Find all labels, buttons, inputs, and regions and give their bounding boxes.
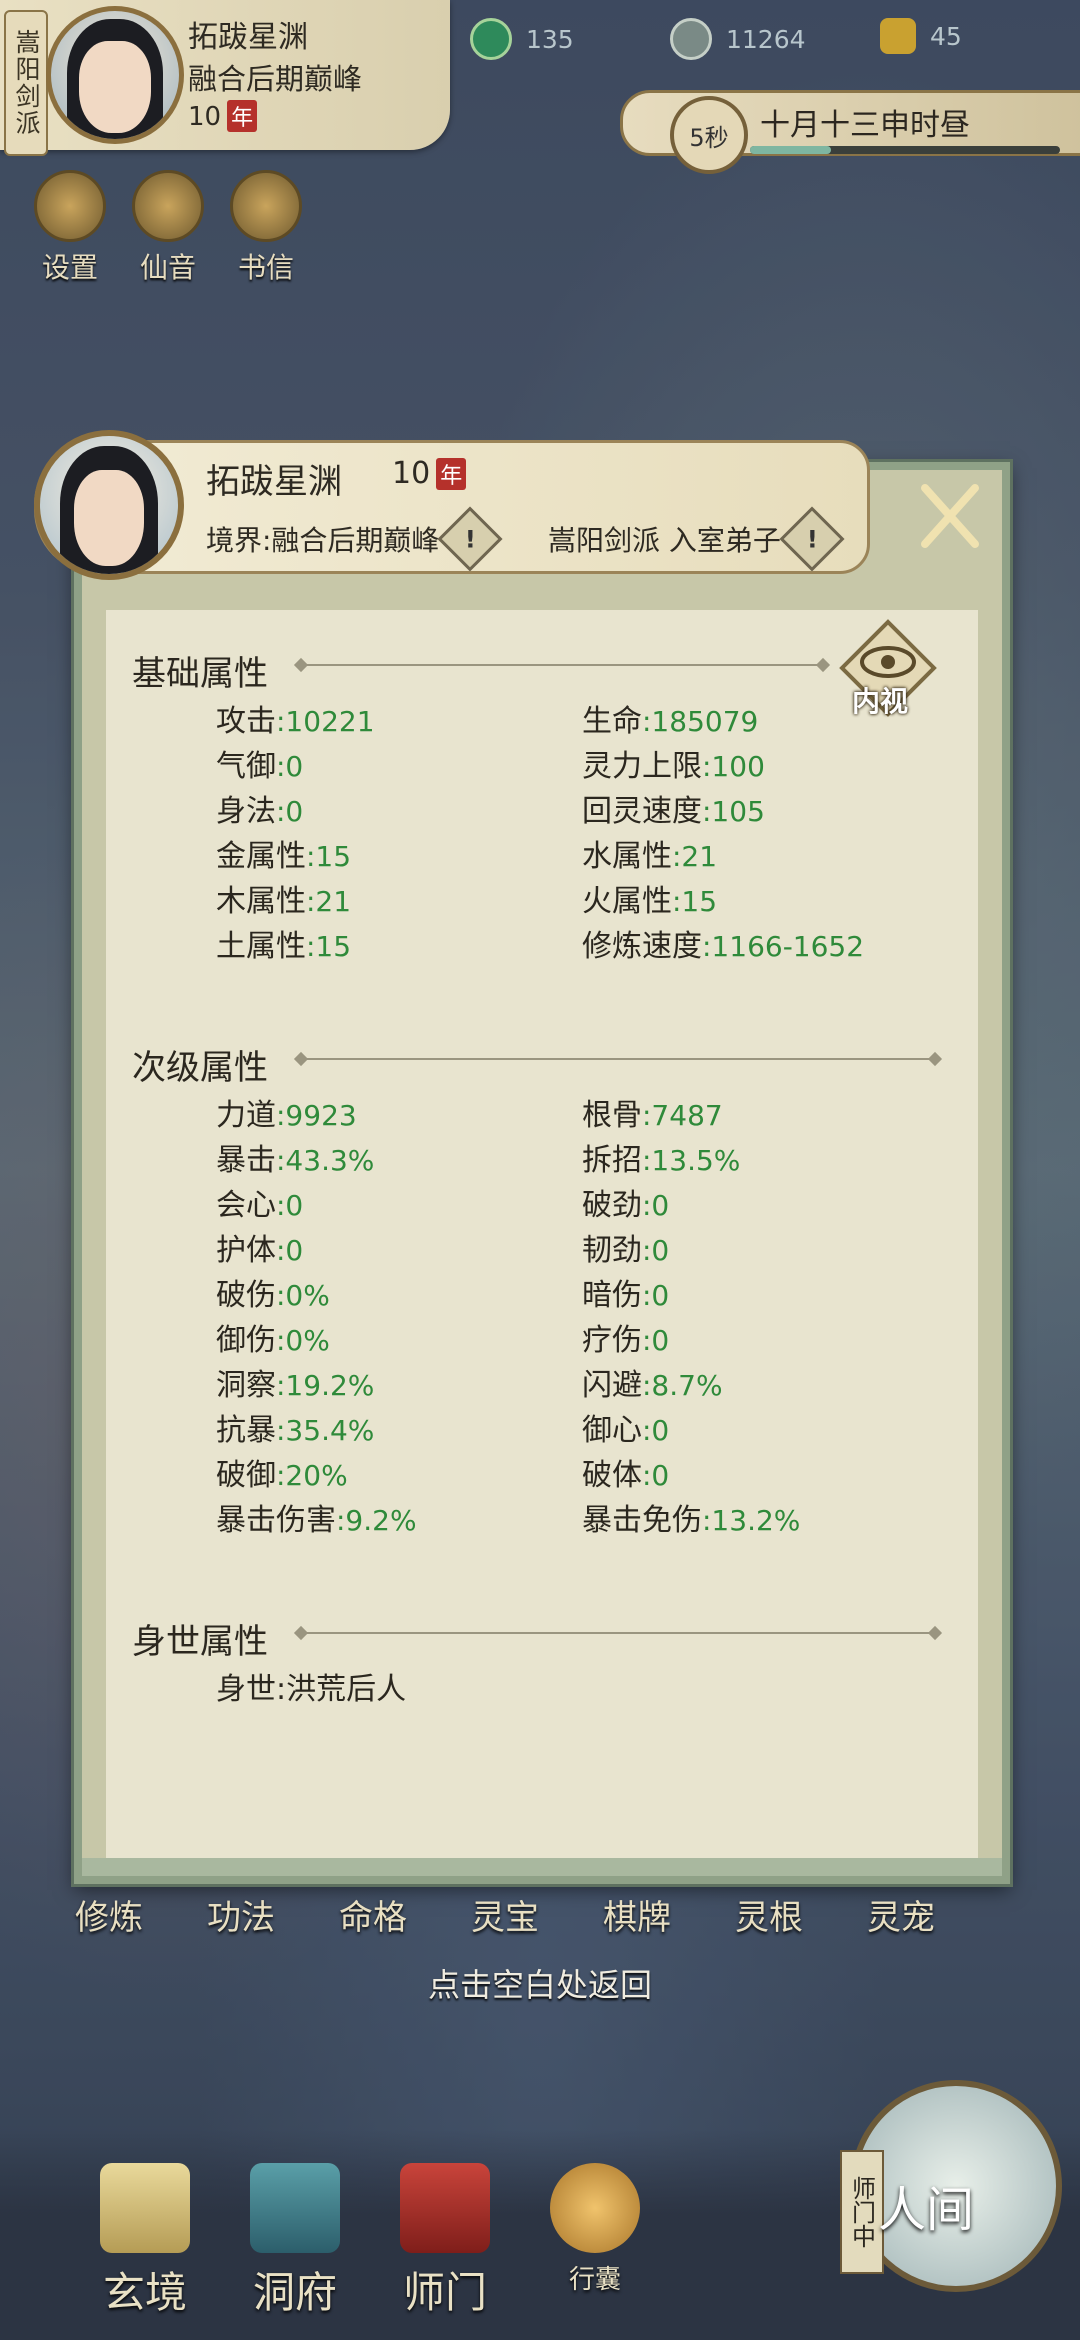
stat-fire: 火属性:15	[582, 884, 718, 919]
strength-icon	[880, 18, 916, 54]
player-name: 拓跋星渊	[188, 20, 308, 55]
nav-bag[interactable]: 行囊	[540, 2163, 650, 2320]
avatar[interactable]	[46, 6, 184, 144]
resource-strength[interactable]: 45	[880, 18, 962, 54]
section-title-basic: 基础属性	[132, 654, 268, 694]
stat-water: 水属性:21	[582, 839, 718, 874]
back-hint[interactable]: 点击空白处返回	[0, 1960, 1080, 2006]
pagoda-icon	[250, 2163, 340, 2253]
section-title-origin: 身世属性	[132, 1622, 268, 1662]
time-progress	[750, 146, 1060, 154]
sect-tag: 嵩阳剑派	[4, 10, 48, 156]
stat-constitution: 根骨:7487	[582, 1098, 723, 1133]
settings-icon	[34, 170, 106, 242]
menu-destiny[interactable]: 命格	[324, 1890, 422, 1939]
stat-toughness: 韧劲:0	[582, 1233, 670, 1268]
menu-treasure[interactable]: 灵宝	[456, 1890, 554, 1939]
stat-armor-break: 破御:20%	[216, 1458, 348, 1493]
stat-agility: 身法:0	[216, 794, 304, 829]
age-unit: 年	[227, 100, 258, 132]
menu-cultivate[interactable]: 修炼	[60, 1890, 158, 1939]
stat-cultivation-speed: 修炼速度:1166-1652	[582, 929, 865, 964]
section-title-secondary: 次级属性	[132, 1048, 268, 1088]
stat-qi-defense: 气御:0	[216, 749, 304, 784]
age-value: 10	[188, 102, 222, 132]
stat-strength: 力道:9923	[216, 1098, 357, 1133]
stat-hidden-injury: 暗伤:0	[582, 1278, 670, 1313]
player-age: 10 年	[188, 100, 258, 132]
seconds-indicator: 5秒	[670, 96, 748, 174]
divider	[302, 664, 822, 666]
divider	[302, 1058, 934, 1060]
resource-coin[interactable]: 11264	[670, 18, 806, 60]
stat-metal: 金属性:15	[216, 839, 352, 874]
stat-critical-heart: 会心:0	[216, 1188, 304, 1223]
stat-dodge: 闪避:8.7%	[582, 1368, 723, 1403]
character-name: 拓跋星渊	[206, 462, 342, 502]
stat-break-force: 破劲:0	[582, 1188, 670, 1223]
game-date: 十月十三申时昼	[760, 108, 970, 143]
realm-info-icon[interactable]: !	[437, 506, 503, 572]
music-button[interactable]: 仙音	[128, 170, 208, 286]
character-sect: 嵩阳剑派 入室弟子 !	[548, 506, 845, 572]
mail-icon	[230, 170, 302, 242]
stat-crit-damage-reduction: 暴击免伤:13.2%	[582, 1503, 801, 1538]
stat-spirit-max: 灵力上限:100	[582, 749, 765, 784]
panel-footer	[82, 1858, 1002, 1876]
menu-pets[interactable]: 灵宠	[852, 1890, 950, 1939]
close-icon	[921, 484, 979, 548]
menu-spirit-root[interactable]: 灵根	[720, 1890, 818, 1939]
strength-count: 45	[930, 21, 962, 51]
scroll-icon	[100, 2163, 190, 2253]
divider	[302, 1632, 934, 1634]
close-button[interactable]	[905, 476, 995, 556]
coin-count: 11264	[726, 24, 806, 54]
character-avatar	[34, 430, 184, 580]
stat-mind-guard: 御心:0	[582, 1413, 670, 1448]
character-age: 10 年	[392, 456, 467, 491]
nav-cave[interactable]: 洞府	[240, 2163, 350, 2320]
settings-button[interactable]: 设置	[30, 170, 110, 286]
stat-origin: 身世:洪荒后人	[216, 1672, 407, 1707]
coin-icon	[670, 18, 712, 60]
stat-crit-resist: 抗暴:35.4%	[216, 1413, 375, 1448]
stat-parry: 拆招:13.5%	[582, 1143, 741, 1178]
stat-life: 生命:185079	[582, 704, 759, 739]
stat-wood: 木属性:21	[216, 884, 352, 919]
mail-button[interactable]: 书信	[226, 170, 306, 286]
menu-skills[interactable]: 功法	[192, 1890, 290, 1939]
player-realm: 融合后期巅峰	[188, 62, 363, 96]
stat-earth: 土属性:15	[216, 929, 352, 964]
stat-body-break: 破体:0	[582, 1458, 670, 1493]
stat-pierce-damage: 破伤:0%	[216, 1278, 330, 1313]
face	[79, 41, 151, 133]
resource-jade[interactable]: 135	[470, 18, 574, 60]
stat-crit-damage: 暴击伤害:9.2%	[216, 1503, 417, 1538]
character-realm: 境界:融合后期巅峰 !	[206, 506, 503, 572]
world-label: 人间	[878, 2182, 975, 2238]
stat-guard: 护体:0	[216, 1233, 304, 1268]
top-icon-row: 设置 仙音 书信	[30, 170, 306, 286]
jade-icon	[470, 18, 512, 60]
bag-icon	[550, 2163, 640, 2253]
nav-realm[interactable]: 玄境	[90, 2163, 200, 2320]
feature-menu-row: 修炼 功法 命格 灵宝 棋牌 灵根 灵宠	[60, 1890, 950, 1939]
inner-view-label: 内视	[852, 685, 909, 718]
stat-attack: 攻击:10221	[216, 704, 375, 739]
stat-insight: 洞察:19.2%	[216, 1368, 375, 1403]
stat-crit: 暴击:43.3%	[216, 1143, 375, 1178]
menu-games[interactable]: 棋牌	[588, 1890, 686, 1939]
nav-sect[interactable]: 师门	[390, 2163, 500, 2320]
bottom-nav: 玄境 洞府 师门 行囊	[90, 2163, 650, 2320]
banner-icon	[400, 2163, 490, 2253]
music-icon	[132, 170, 204, 242]
jade-count: 135	[526, 24, 574, 54]
face	[74, 470, 144, 566]
stat-healing: 疗伤:0	[582, 1323, 670, 1358]
stat-damage-resist: 御伤:0%	[216, 1323, 330, 1358]
sect-info-icon[interactable]: !	[779, 506, 845, 572]
stat-spirit-regen: 回灵速度:105	[582, 794, 765, 829]
